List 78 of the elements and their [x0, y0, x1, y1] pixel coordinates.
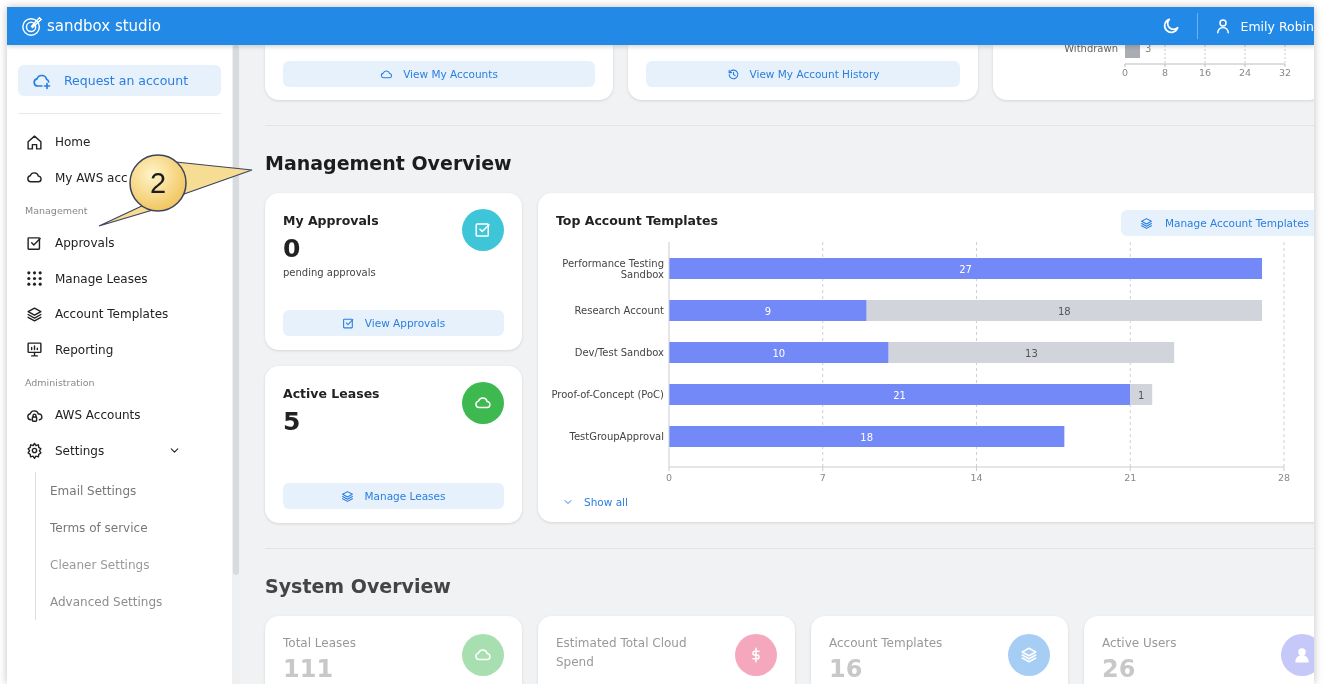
- section-title: Management Overview: [265, 151, 513, 175]
- tick-label: 7: [819, 472, 826, 483]
- card-value: 5: [283, 407, 302, 436]
- presentation-board-icon: [26, 341, 43, 358]
- sidebar-item[interactable]: Reporting: [18, 335, 114, 364]
- chart-title: Top Account Templates: [556, 213, 718, 228]
- tick-label: 21: [1124, 472, 1137, 483]
- layers-icon: [341, 489, 355, 503]
- card-title: Active Leases: [283, 386, 381, 401]
- home-icon: [26, 133, 43, 151]
- data-label: 3: [1145, 45, 1152, 54]
- data-label: 1: [1138, 389, 1145, 401]
- sidebar-item[interactable]: Manage Leases: [18, 264, 148, 293]
- logo-icon: [21, 15, 43, 37]
- sidebar-item[interactable]: Home: [18, 128, 91, 156]
- data-label: 13: [1025, 347, 1038, 359]
- request-account-button[interactable]: Request an account: [18, 65, 221, 96]
- brand-name: sandbox studio: [47, 17, 161, 35]
- sidebar-item[interactable]: Approvals: [18, 229, 115, 257]
- card-title: Account Templates: [829, 635, 944, 652]
- checkbox-icon: [26, 234, 43, 252]
- user-name[interactable]: Emily Robin: [1240, 18, 1314, 34]
- checkbox-icon: [474, 221, 492, 239]
- dots-grid-icon: [26, 270, 43, 287]
- data-label: 9: [764, 305, 772, 317]
- tick-label: 16: [1198, 67, 1212, 78]
- submenu-item[interactable]: Terms of service: [50, 509, 221, 546]
- card-title: Active Users: [1102, 635, 1178, 652]
- cloud-icon: [380, 67, 394, 81]
- scrollbar-thumb[interactable]: [233, 45, 239, 575]
- tick-label: 32: [1278, 67, 1292, 78]
- card-caption: pending approvals: [283, 267, 377, 278]
- data-label: 21: [893, 389, 906, 401]
- tick-label: 0: [666, 472, 672, 483]
- card-button[interactable]: Manage Leases: [283, 483, 504, 509]
- show-all-link[interactable]: Show all: [562, 496, 628, 508]
- history-icon: [726, 67, 740, 81]
- sidebar-item[interactable]: My AWS acc: [18, 163, 128, 192]
- axis-label: Research Account: [574, 305, 664, 316]
- checkbox-icon: [341, 316, 355, 330]
- axis-label: Performance Testing Sandbox: [562, 257, 664, 280]
- sidebar-item[interactable]: Settings: [18, 436, 182, 465]
- data-label: 27: [959, 263, 972, 275]
- tick-label: 14: [970, 472, 983, 483]
- card-title: My Approvals: [283, 213, 380, 228]
- submenu-item[interactable]: Cleaner Settings: [50, 546, 221, 583]
- submenu-item[interactable]: Advanced Settings: [50, 583, 221, 620]
- tick-label: 24: [1238, 67, 1252, 78]
- sidebar-item[interactable]: Account Templates: [18, 300, 169, 328]
- tick-label: 8: [1162, 67, 1168, 78]
- axis-label: Withdrawn: [1064, 45, 1118, 54]
- axis-label: TestGroupApproval: [569, 431, 664, 442]
- tick-label: 28: [1277, 472, 1291, 483]
- axis-label: Proof-of-Concept (PoC): [551, 389, 664, 400]
- settings-icon: [26, 442, 43, 459]
- submenu-item[interactable]: Email Settings: [50, 472, 221, 509]
- tick-label: 0: [1122, 67, 1128, 78]
- data-label: 18: [1058, 305, 1071, 317]
- layers-icon: [1139, 216, 1153, 230]
- layers-icon: [1020, 646, 1038, 664]
- section-title: System Overview: [265, 574, 452, 598]
- section-heading: Administration: [25, 376, 96, 390]
- layers-icon: [26, 305, 43, 323]
- callout-number: 2: [148, 166, 168, 200]
- user-icon: [1293, 646, 1311, 664]
- data-label: 18: [860, 431, 874, 443]
- card-title: Estimated Total Cloud Spend: [556, 635, 688, 671]
- view-button[interactable]: View My Account History: [646, 61, 960, 87]
- sidebar-item[interactable]: AWS Accounts: [18, 401, 141, 429]
- card-value: 0: [283, 234, 302, 263]
- section-heading: Management: [25, 204, 89, 218]
- axis-label: Dev/Test Sandbox: [574, 347, 664, 358]
- bar: [1125, 45, 1140, 58]
- view-button[interactable]: View My Accounts: [283, 61, 595, 87]
- data-label: 10: [772, 347, 786, 359]
- card-button[interactable]: View Approvals: [283, 310, 504, 336]
- card-title: Total Leases: [283, 635, 357, 652]
- manage-templates-button[interactable]: Manage Account Templates: [1121, 210, 1314, 236]
